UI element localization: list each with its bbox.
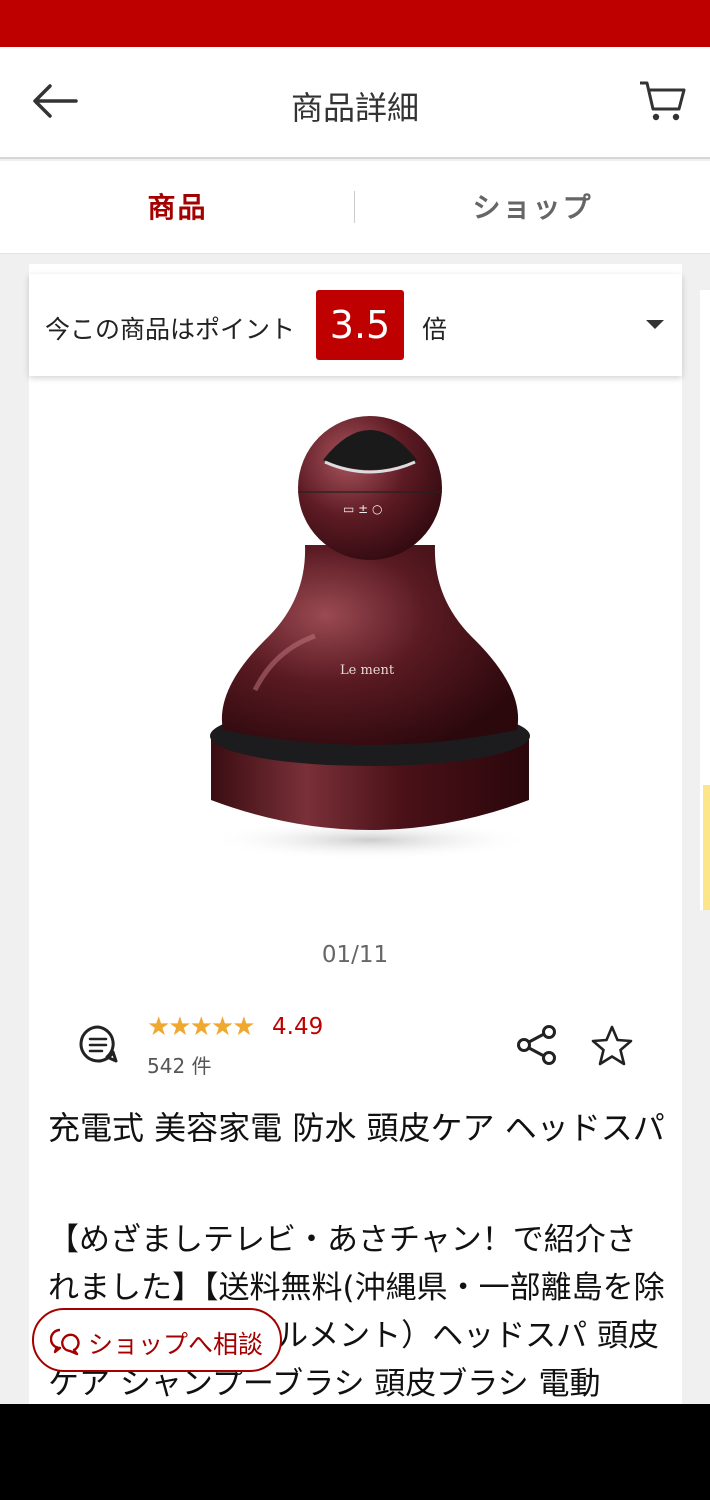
share-icon[interactable]: [516, 1024, 558, 1066]
cart-icon[interactable]: [638, 77, 686, 125]
rating-stars: ★★★★★: [147, 1012, 256, 1042]
image-counter: 01/11: [321, 942, 389, 968]
tab-shop[interactable]: ショップ: [355, 161, 710, 254]
shop-consult-button[interactable]: ショップへ相談: [32, 1308, 282, 1372]
star-outline-icon[interactable]: [590, 1024, 634, 1068]
shop-consult-label: ショップへ相談: [88, 1330, 264, 1359]
peek-highlight: [703, 785, 710, 910]
svg-text:▭ ± ○: ▭ ± ○: [343, 502, 383, 516]
next-card-peek: [700, 290, 710, 910]
points-suffix: 倍: [422, 315, 448, 344]
system-nav-bar: [0, 1404, 710, 1500]
product-logo-text: Le ment: [340, 663, 395, 678]
points-label: 今この商品はポイント: [45, 315, 296, 344]
product-image[interactable]: ▭ ± ○ Le ment: [195, 400, 545, 870]
header: 商品詳細: [0, 47, 710, 159]
status-bar: [0, 0, 710, 47]
page-title: 商品詳細: [290, 89, 419, 127]
product-title: 充電式 美容家電 防水 頭皮ケア ヘッドスパ: [48, 1109, 665, 1147]
review-chat-icon[interactable]: [78, 1024, 118, 1064]
chat-bubble-icon: [50, 1328, 80, 1356]
points-banner[interactable]: 今この商品はポイント 3.5 倍: [29, 274, 682, 376]
tab-product[interactable]: 商品: [0, 161, 355, 254]
points-multiplier-badge: 3.5: [316, 290, 404, 360]
rating-value: 4.49: [272, 1014, 324, 1040]
review-count[interactable]: 542 件: [147, 1050, 212, 1079]
tab-bar: 商品 ショップ: [0, 161, 710, 254]
dropdown-triangle-icon[interactable]: [646, 320, 664, 329]
